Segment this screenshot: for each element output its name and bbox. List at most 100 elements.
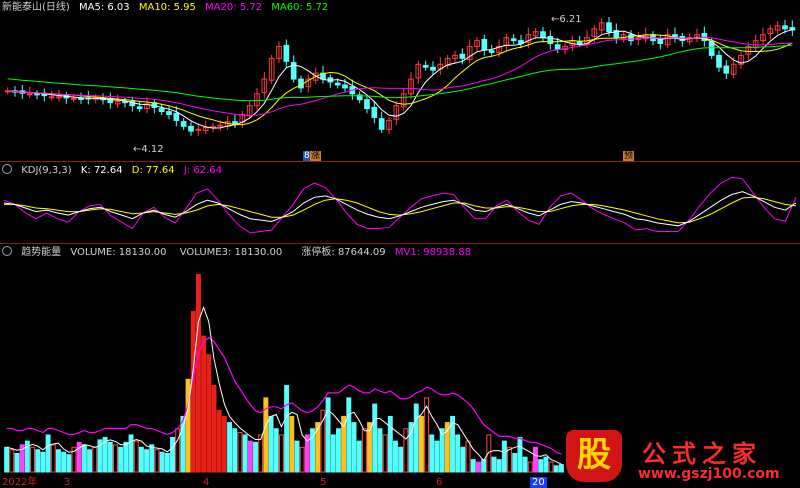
volume-bar <box>232 428 238 473</box>
volume-bar <box>273 428 279 473</box>
candle-body <box>371 106 378 118</box>
mv1-line <box>6 336 562 455</box>
candle-body <box>378 118 385 130</box>
candle-body <box>657 38 664 45</box>
volume-bar <box>377 428 383 473</box>
low-price-value: 4.12 <box>141 144 164 155</box>
x-axis-label: 4 <box>203 477 210 488</box>
volume-indicator-name: 趋势能量 <box>21 247 62 258</box>
candle-body <box>510 38 517 42</box>
volume-bar <box>294 440 300 473</box>
volume-bar <box>481 459 487 473</box>
volume-bar <box>278 434 284 473</box>
volume-bar <box>553 465 559 473</box>
volume-bar <box>268 415 274 473</box>
candle-body <box>364 99 370 110</box>
ma10-line <box>7 34 793 126</box>
kdj-k-label: K: 72.64 <box>80 165 123 176</box>
volume-legend: 趋势能量 VOLUME: 18130.00 VOLUME3: 18130.00 … <box>2 246 477 258</box>
x-axis-label: 6 <box>436 477 443 488</box>
volume-bar <box>107 441 113 473</box>
candle-body <box>56 96 62 99</box>
candle-body <box>547 35 554 45</box>
candle-body <box>166 111 172 116</box>
volume-bar <box>501 440 507 473</box>
candle-body <box>26 93 33 96</box>
volume-bar <box>30 446 35 473</box>
kdj-name: KDJ(9,3,3) <box>21 165 72 176</box>
volume-bar <box>40 451 46 473</box>
high-price-value: 6.21 <box>559 14 582 25</box>
volume-bar <box>346 397 352 473</box>
volume-bar <box>538 459 544 473</box>
volume-bar <box>92 446 98 473</box>
candle-body <box>217 124 224 127</box>
volume-bar <box>118 446 124 473</box>
volume-bar <box>164 452 170 473</box>
price-legend: 新能泰山(日线) MA5: 6.03 MA10: 5.95 MA20: 5.72… <box>2 2 334 14</box>
candle-body <box>48 96 55 99</box>
volume-bar <box>45 434 51 473</box>
volume-bar <box>548 461 554 473</box>
volume-bar <box>154 449 160 473</box>
volume-bar <box>61 451 67 473</box>
candle-body <box>481 38 488 50</box>
volume3-line <box>6 305 562 465</box>
stock-chart-window: 新能泰山(日线) MA5: 6.03 MA10: 5.95 MA20: 5.72… <box>0 0 800 488</box>
kdj-k-line <box>3 191 797 227</box>
volume-bar <box>9 449 15 473</box>
volume-bar <box>242 434 248 473</box>
volume-bar <box>123 441 129 473</box>
volume-bar <box>170 436 175 473</box>
candle-body <box>136 106 143 110</box>
x-axis-label: 2022年 <box>2 477 38 488</box>
volume-bar <box>512 452 518 473</box>
volume-bar <box>387 415 393 473</box>
volume-bar <box>113 444 118 473</box>
signal-tag-yu: 预 <box>623 151 635 161</box>
candle-body <box>334 82 341 86</box>
logo-badge: 股 <box>566 430 622 482</box>
ma5-label: MA5: 6.03 <box>79 2 130 13</box>
volume-bar <box>434 440 440 473</box>
volume-bar <box>4 446 10 473</box>
indicator-settings-icon[interactable] <box>2 246 12 256</box>
price-panel[interactable] <box>0 0 800 488</box>
volume-bar <box>398 446 404 473</box>
volume-bar <box>455 434 461 473</box>
indicator-settings-icon[interactable] <box>2 164 12 174</box>
volume-bar <box>258 434 264 473</box>
candle-body <box>188 125 194 132</box>
candle-body <box>430 66 436 71</box>
signal-tag-zhang: 涨 <box>310 151 322 161</box>
volume-bar <box>522 456 528 473</box>
candle-body <box>180 121 187 127</box>
volume-bar <box>87 449 93 473</box>
candle-body <box>422 64 429 68</box>
mv1-label: MV1: 98938.88 <box>394 247 471 258</box>
candle-body <box>708 41 715 56</box>
volume-bar <box>413 403 419 473</box>
volume-bar <box>361 428 367 473</box>
volume-bar <box>138 446 144 473</box>
kdj-legend: KDJ(9,3,3) K: 72.64 D: 77.64 J: 62.64 <box>2 164 228 176</box>
candle-body <box>173 112 180 121</box>
candle-body <box>488 50 495 53</box>
candle-body <box>716 54 722 68</box>
volume-bar <box>475 461 481 473</box>
candle-body <box>34 93 40 96</box>
volume-bar <box>190 310 196 473</box>
volume-bar <box>195 273 201 473</box>
x-axis-label: 5 <box>320 477 327 488</box>
volume-bar <box>325 397 331 473</box>
volume-bar <box>491 456 497 473</box>
volume-bar <box>144 449 150 473</box>
volume-bar <box>211 385 217 473</box>
candle-body <box>459 53 466 59</box>
candle-body <box>342 84 348 89</box>
volume-bar <box>50 444 56 473</box>
volume-bar <box>289 415 295 473</box>
volume-bar <box>66 454 72 473</box>
kdj-panel-separator <box>0 161 800 162</box>
x-axis-label: 20 <box>530 477 547 488</box>
